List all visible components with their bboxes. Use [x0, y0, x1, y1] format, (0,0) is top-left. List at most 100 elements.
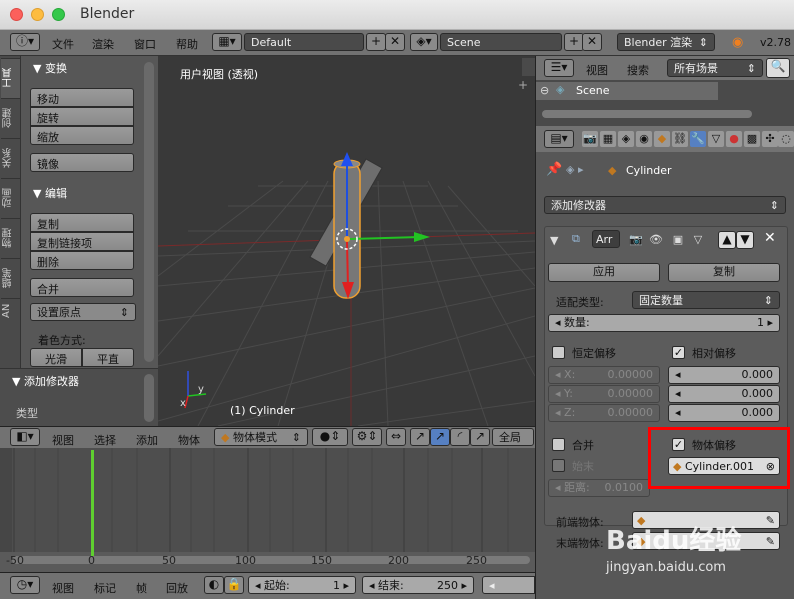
outliner-filter-select[interactable]: 所有场景 ⇕: [667, 59, 763, 77]
move-up-icon[interactable]: ▲: [718, 231, 736, 249]
shade-smooth-button[interactable]: 光滑: [30, 348, 82, 367]
move-button[interactable]: 移动: [30, 88, 134, 107]
scene-icon[interactable]: ◈▾: [410, 33, 438, 51]
remove-scene-button[interactable]: ✕: [582, 33, 602, 51]
constraints-tab-icon[interactable]: ⛓: [672, 131, 688, 147]
menu-window[interactable]: 窗口: [134, 36, 156, 52]
cage-toggle-icon[interactable]: ▽: [690, 232, 706, 248]
manipulator-toggle-icon[interactable]: ⇔: [386, 428, 406, 446]
rotate-button[interactable]: 旋转: [30, 107, 134, 126]
viewport-toggle-icon[interactable]: 👁: [648, 232, 664, 248]
timeline[interactable]: -50 0 50 100 150 200 250: [0, 448, 535, 572]
current-frame-field[interactable]: ◂: [482, 576, 535, 594]
frame-start-field[interactable]: ◂ 起始: 1 ▸: [248, 576, 356, 594]
editor-type-icon[interactable]: ◧▾: [10, 428, 40, 446]
duplicate-button[interactable]: 复制: [30, 213, 134, 232]
translate-manipulator-icon[interactable]: ↗: [430, 428, 450, 446]
timeline-menu-frame[interactable]: 帧: [136, 580, 147, 596]
add-scene-button[interactable]: +: [564, 33, 584, 51]
outliner-scrollbar[interactable]: [542, 110, 752, 118]
timeline-menu-playback[interactable]: 回放: [166, 580, 188, 596]
menu-object[interactable]: 物体: [178, 432, 200, 448]
join-button[interactable]: 合并: [30, 278, 134, 297]
rotate-manipulator-icon[interactable]: ◜: [450, 428, 470, 446]
record-icon[interactable]: ◐: [204, 576, 224, 594]
render-layers-tab-icon[interactable]: ▦: [600, 131, 616, 147]
render-tab-icon[interactable]: 📷: [582, 131, 598, 147]
add-modifier-scrollbar[interactable]: [144, 374, 154, 422]
menu-add[interactable]: 添加: [136, 432, 158, 448]
viewport-shading-icon[interactable]: ●⇕: [312, 428, 348, 446]
modifier-collapse-icon[interactable]: ▼: [550, 234, 558, 247]
merge-distance-field[interactable]: ◂ 距离: 0.0100: [548, 479, 650, 497]
particles-tab-icon[interactable]: ✣: [762, 131, 778, 147]
merge-checkbox[interactable]: [552, 438, 565, 451]
mirror-button[interactable]: 镜像: [30, 153, 134, 172]
info-icon[interactable]: ⓘ▾: [10, 33, 40, 51]
menu-help[interactable]: 帮助: [176, 36, 198, 52]
copy-button[interactable]: 复制: [668, 263, 780, 282]
maximize-window-button[interactable]: [52, 8, 65, 21]
first-last-checkbox[interactable]: [552, 459, 565, 472]
frame-end-field[interactable]: ◂ 结束: 250 ▸: [362, 576, 474, 594]
tool-shelf-scrollbar[interactable]: [144, 62, 154, 362]
timeline-menu-view[interactable]: 视图: [52, 580, 74, 596]
count-field[interactable]: ◂ 数量: 1 ▸: [548, 314, 780, 332]
close-window-button[interactable]: [10, 8, 23, 21]
tab-an[interactable]: AN: [1, 298, 20, 322]
scale-manipulator-icon[interactable]: ↗: [470, 428, 490, 446]
properties-editor-icon[interactable]: ▤▾: [544, 130, 574, 148]
world-tab-icon[interactable]: ◉: [636, 131, 652, 147]
minimize-window-button[interactable]: [31, 8, 44, 21]
set-origin-select[interactable]: 设置原点 ⇕: [30, 303, 136, 321]
add-modifier-panel-header[interactable]: ▼ 添加修改器: [12, 373, 79, 389]
scale-button[interactable]: 缩放: [30, 126, 134, 145]
mode-select[interactable]: ◆ 物体模式 ⇕: [214, 428, 308, 446]
viewport-add-button[interactable]: +: [518, 78, 532, 92]
tab-tools[interactable]: 工具: [1, 58, 20, 98]
outliner-scene-row[interactable]: ⊖ ◈ Scene: [536, 82, 718, 100]
end-cap-eyedropper-icon[interactable]: ✎: [766, 534, 775, 549]
timeline-editor-icon[interactable]: ◷▾: [10, 576, 40, 594]
menu-file[interactable]: 文件: [52, 36, 74, 52]
relative-x-field[interactable]: ◂ 0.000: [668, 366, 780, 384]
relative-y-field[interactable]: ◂ 0.000: [668, 385, 780, 403]
search-icon[interactable]: 🔍: [766, 58, 790, 78]
layout-icon[interactable]: ▦▾: [212, 33, 242, 51]
tab-grease-pencil[interactable]: 蜡笔: [1, 258, 20, 298]
constant-x-field[interactable]: ◂ X: 0.00000: [548, 366, 660, 384]
tab-animation[interactable]: 动画: [1, 178, 20, 218]
manipulator-icon[interactable]: ↗: [410, 428, 430, 446]
edit-panel-header[interactable]: ▼ 编辑: [33, 185, 67, 201]
transform-z-arrow-head[interactable]: [341, 152, 353, 166]
constant-z-field[interactable]: ◂ Z: 0.00000: [548, 404, 660, 422]
outliner-editor-icon[interactable]: ☰▾: [544, 59, 574, 77]
relative-offset-checkbox[interactable]: ✓: [672, 346, 685, 359]
menu-select[interactable]: 选择: [94, 432, 116, 448]
object-tab-icon[interactable]: ◆: [654, 131, 670, 147]
lock-icon[interactable]: 🔒: [224, 576, 244, 594]
menu-render[interactable]: 渲染: [92, 36, 114, 52]
3d-viewport[interactable]: 用户视图 (透视) + y x (1) Cylinder: [158, 56, 535, 426]
delete-button[interactable]: 删除: [30, 251, 134, 270]
material-tab-icon[interactable]: ●: [726, 131, 742, 147]
constant-y-field[interactable]: ◂ Y: 0.00000: [548, 385, 660, 403]
texture-tab-icon[interactable]: ▩: [744, 131, 760, 147]
relative-z-field[interactable]: ◂ 0.000: [668, 404, 780, 422]
constant-offset-checkbox[interactable]: [552, 346, 565, 359]
tab-relations[interactable]: 关系: [1, 138, 20, 178]
render-engine-select[interactable]: Blender 渲染 ⇕: [617, 33, 715, 51]
move-down-icon[interactable]: ▼: [736, 231, 754, 249]
transform-orientation-select[interactable]: 全局: [492, 428, 534, 446]
fit-type-select[interactable]: 固定数量 ⇕: [632, 291, 780, 309]
transform-y-arrow-head[interactable]: [414, 232, 430, 242]
current-frame-indicator[interactable]: [91, 450, 94, 556]
remove-modifier-icon[interactable]: ✕: [764, 230, 776, 246]
remove-layout-button[interactable]: ✕: [385, 33, 405, 51]
modifier-name-field[interactable]: Arr: [592, 230, 620, 248]
tab-create[interactable]: 创建: [1, 98, 20, 138]
add-layout-button[interactable]: +: [366, 33, 386, 51]
render-toggle-icon[interactable]: 📷: [628, 232, 644, 248]
layout-field[interactable]: Default: [244, 33, 364, 51]
scene-field[interactable]: Scene: [440, 33, 562, 51]
